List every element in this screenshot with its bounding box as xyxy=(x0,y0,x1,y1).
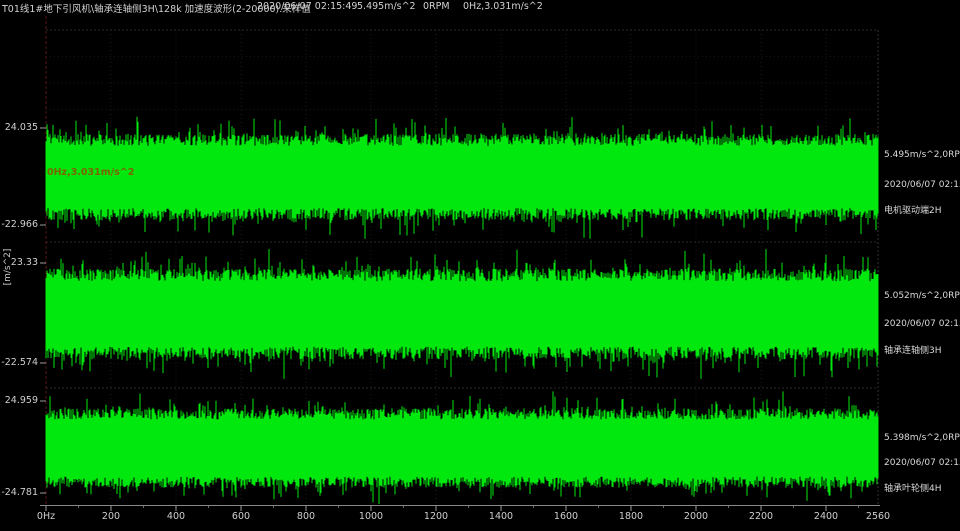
x-tick-label: 1000 xyxy=(347,511,395,522)
x-tick-label: 1200 xyxy=(412,511,460,522)
x-tick-label: 2000 xyxy=(672,511,720,522)
x-tick-label: 1800 xyxy=(607,511,655,522)
waveform-trace xyxy=(46,249,878,379)
panel-1-channel-label: 电机驱动端2H xyxy=(884,203,960,216)
waveform-trace xyxy=(46,117,878,239)
panel-3-timestamp-label: 2020/06/07 02:15:49 xyxy=(884,458,960,468)
y-tick-label: -22.966 xyxy=(0,219,38,230)
x-tick-label: 2400 xyxy=(802,511,850,522)
y-tick-label: 24.959 xyxy=(0,395,38,406)
x-tick-label: 200 xyxy=(87,511,135,522)
panel-1-peak-label: 5.495m/s^2,0RPM xyxy=(884,150,960,160)
panel-2-peak-label: 5.052m/s^2,0RPM xyxy=(884,291,960,301)
waveform-plot-canvas[interactable] xyxy=(0,0,960,531)
x-tick-label: 400 xyxy=(152,511,200,522)
x-tick-label: 800 xyxy=(282,511,330,522)
panel-2-channel-label: 轴承连轴侧3H xyxy=(884,343,960,356)
y-tick-label: 23.33 xyxy=(0,257,38,268)
panel-3-peak-label: 5.398m/s^2,0RPM xyxy=(884,433,960,443)
x-tick-label: 1600 xyxy=(542,511,590,522)
y-tick-label: -24.781 xyxy=(0,487,38,498)
y-tick-label: 24.035 xyxy=(0,122,38,133)
panel-3-channel-label: 轴承叶轮侧4H xyxy=(884,481,960,494)
waveform-trace xyxy=(46,391,878,504)
panel-1-timestamp-label: 2020/06/07 02:15:49 xyxy=(884,180,960,190)
x-tick-label: 0Hz xyxy=(22,511,70,522)
vibration-waveform-screen: T01线1#地下引风机\轴承连轴侧3H\128k 加速度波形(2-20000).… xyxy=(0,0,960,531)
y-tick-label: -22.574 xyxy=(0,357,38,368)
cursor-readout-overlay: 0Hz,3.031m/s^2 xyxy=(47,167,134,178)
x-tick-label: 2560 xyxy=(854,511,902,522)
x-tick-label: 600 xyxy=(217,511,265,522)
x-tick-label: 1400 xyxy=(477,511,525,522)
panel-2-timestamp-label: 2020/06/07 02:15:49 xyxy=(884,319,960,329)
x-tick-label: 2200 xyxy=(737,511,785,522)
